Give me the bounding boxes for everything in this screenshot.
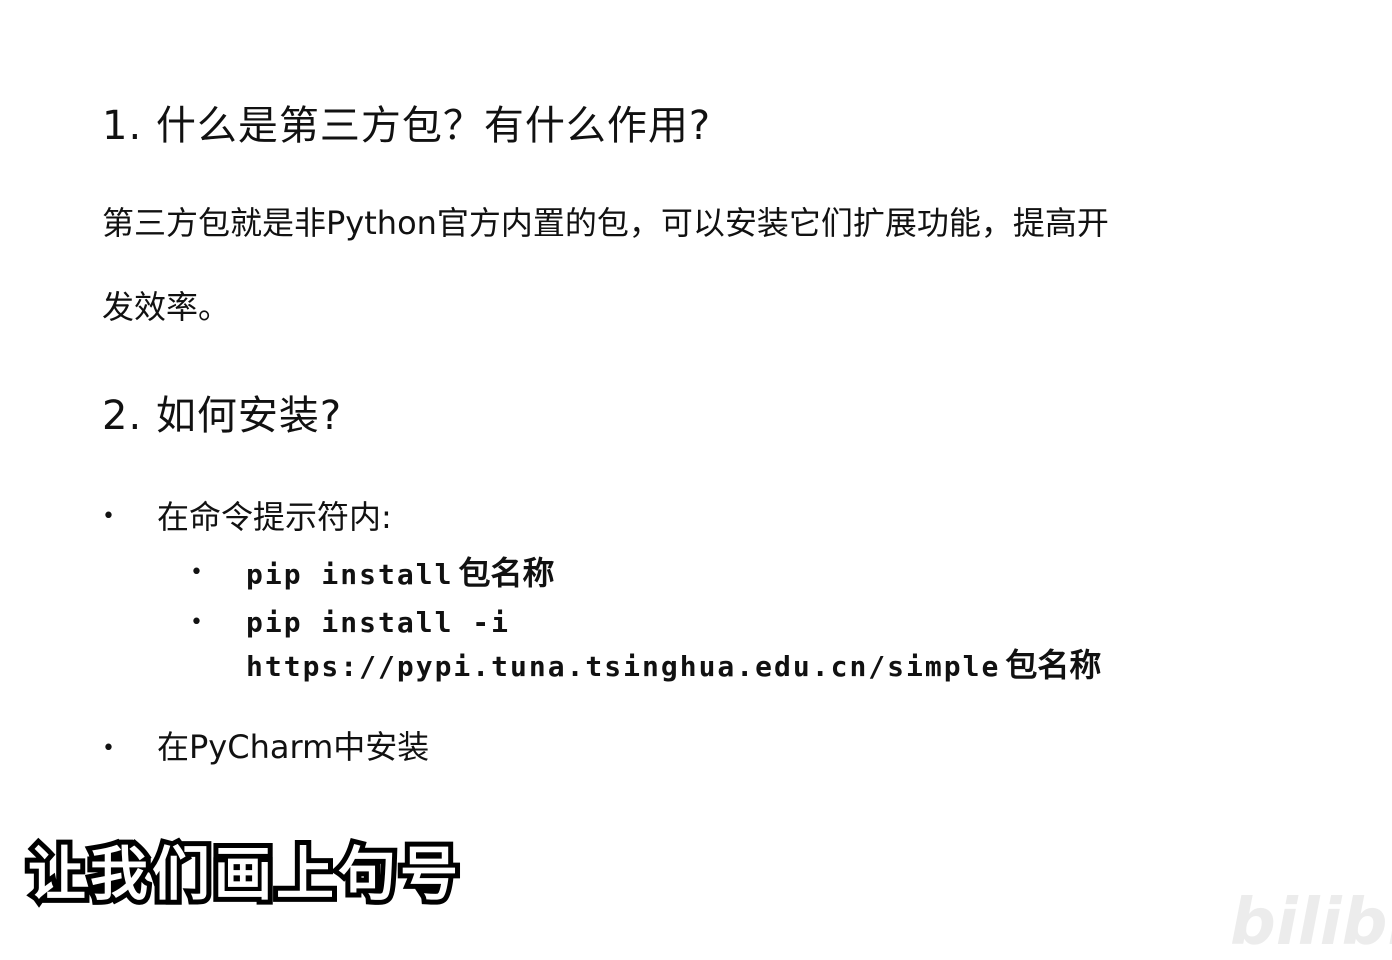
heading-what-is-third-party-package: 1. 什么是第三方包？有什么作用? (102, 103, 712, 149)
paragraph-definition-line-1: 第三方包就是非Python官方内置的包，可以安装它们扩展功能，提高开 (102, 204, 1109, 242)
bilibili-watermark-logo: bilibili (1230, 886, 1392, 960)
bullet-icon: • (190, 560, 203, 585)
package-name-label: 包名称 (458, 554, 555, 592)
bullet-icon: • (190, 610, 203, 635)
heading-how-to-install: 2. 如何安装? (102, 393, 343, 439)
code-pip-install: pip install (246, 558, 454, 591)
code-pip-install-i: pip install -i (246, 606, 511, 639)
sub-bullet-pip-install: pip install 包名称 (246, 550, 555, 602)
bullet-icon: • (102, 504, 115, 529)
code-mirror-url: https://pypi.tuna.tsinghua.edu.cn/simple (246, 650, 1001, 683)
bullet-command-prompt: 在命令提示符内: (157, 498, 392, 536)
paragraph-definition-line-2: 发效率。 (102, 288, 231, 326)
package-name-label: 包名称 (1005, 646, 1102, 684)
bullet-icon: • (102, 736, 115, 761)
slide: 1. 什么是第三方包？有什么作用? 第三方包就是非Python官方内置的包，可以… (0, 0, 1392, 960)
bullet-pycharm-install: 在PyCharm中安装 (157, 728, 430, 766)
video-subtitle: 让我们画上句号 (23, 835, 463, 913)
sub-bullet-mirror-url-line: https://pypi.tuna.tsinghua.edu.cn/simple… (246, 642, 1101, 694)
